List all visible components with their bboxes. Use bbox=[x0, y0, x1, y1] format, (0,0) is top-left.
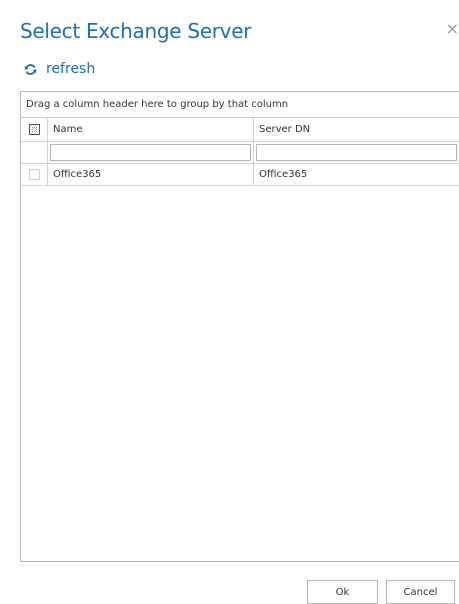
filter-cell-server-dn bbox=[254, 142, 459, 163]
close-icon[interactable]: × bbox=[445, 19, 459, 39]
cell-name: Office365 bbox=[48, 164, 254, 185]
ok-button[interactable]: Ok bbox=[307, 580, 378, 604]
filter-cell-name bbox=[48, 142, 254, 163]
select-all-checkbox[interactable] bbox=[28, 124, 40, 135]
dialog-footer: Ok Cancel bbox=[0, 580, 459, 604]
grid-filter-row bbox=[21, 142, 459, 164]
cancel-button[interactable]: Cancel bbox=[386, 580, 455, 604]
refresh-label: refresh bbox=[46, 61, 96, 77]
refresh-icon bbox=[24, 63, 37, 75]
server-dn-filter-input[interactable] bbox=[256, 144, 457, 161]
column-header-server-dn[interactable]: Server DN bbox=[254, 118, 459, 141]
select-all-cell bbox=[21, 118, 48, 141]
filter-spacer bbox=[21, 142, 48, 163]
dialog-title: Select Exchange Server bbox=[20, 19, 252, 43]
server-grid: Drag a column header here to group by th… bbox=[20, 91, 459, 562]
cell-server-dn: Office365 bbox=[259, 169, 308, 180]
row-checkbox[interactable] bbox=[28, 169, 40, 180]
grid-header-row: Name Server DN bbox=[21, 118, 459, 142]
group-by-panel[interactable]: Drag a column header here to group by th… bbox=[21, 92, 459, 118]
table-row[interactable]: Office365 Office365 bbox=[21, 164, 459, 186]
refresh-button[interactable]: refresh bbox=[24, 60, 95, 78]
row-select-cell bbox=[21, 164, 48, 185]
name-filter-input[interactable] bbox=[50, 144, 251, 161]
column-header-name[interactable]: Name bbox=[48, 118, 254, 141]
select-exchange-server-dialog: Select Exchange Server × refresh Drag a … bbox=[0, 0, 459, 604]
